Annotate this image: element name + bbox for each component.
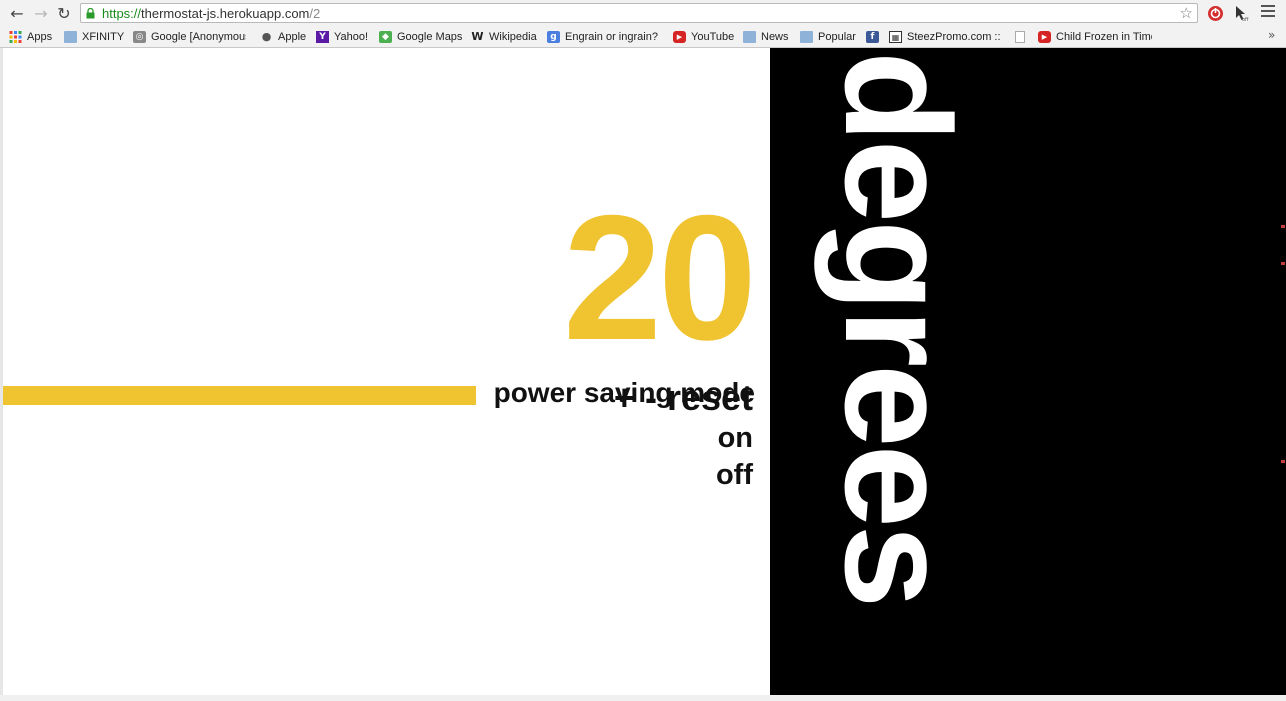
forward-arrow-icon[interactable]: → xyxy=(31,4,51,24)
bookmark-label: Google Maps xyxy=(397,31,463,43)
browser-toolbar: ← → ↻ https://thermostat-js.herokuapp.co… xyxy=(0,0,1286,27)
google-maps-icon: ◆ xyxy=(379,31,392,43)
url-path: /2 xyxy=(309,6,321,21)
bookmark-google-anonymous[interactable]: ◎ Google [Anonymous xyxy=(133,27,246,47)
bookmark-youtube[interactable]: ▶ YouTube xyxy=(673,27,734,47)
bookmark-apple[interactable]: ● Apple xyxy=(260,27,306,47)
bookmark-yahoo[interactable]: Y Yahoo! xyxy=(316,27,368,47)
folder-icon xyxy=(743,31,756,43)
folder-icon xyxy=(800,31,813,43)
url-host: thermostat-js.herokuapp.com xyxy=(141,6,310,21)
yahoo-icon: Y xyxy=(316,31,329,43)
steezpromo-icon: ▦ xyxy=(889,31,902,43)
bookmark-apps[interactable]: Apps xyxy=(9,27,52,47)
bookmark-label: Yahoo! xyxy=(334,31,369,43)
bookmark-label: Apple xyxy=(278,31,307,43)
bookmark-label: Child Frozen in Time xyxy=(1056,31,1152,43)
bookmark-label: SteezPromo.com :: I xyxy=(907,31,1001,43)
bookmark-label: Popular xyxy=(818,31,856,43)
psm-off-button[interactable]: off xyxy=(716,458,753,492)
bookmark-label: Apps xyxy=(27,31,53,43)
bookmark-label: Wikipedia xyxy=(489,31,537,43)
url-scheme: https:// xyxy=(102,6,142,21)
youtube-icon: ▶ xyxy=(1038,31,1051,43)
wikipedia-icon: W xyxy=(471,30,484,43)
power-saving-mode-label: power saving mode xyxy=(493,377,755,408)
url-text: https://thermostat-js.herokuapp.com/2 xyxy=(102,6,320,21)
apps-grid-icon xyxy=(9,31,22,43)
menu-icon[interactable] xyxy=(1261,5,1275,19)
google-anonymous-icon: ◎ xyxy=(133,31,146,43)
bookmarks-bar: Apps XFINITY ◎ Google [Anonymous ● Apple… xyxy=(0,27,1286,48)
bookmark-star-icon[interactable]: ☆ xyxy=(1180,5,1193,21)
bookmark-label: XFINITY xyxy=(82,31,125,43)
google-icon: g xyxy=(547,31,560,43)
bookmark-label: News xyxy=(761,31,789,43)
back-arrow-icon[interactable]: ← xyxy=(7,4,27,24)
svg-text:off: off xyxy=(1242,17,1249,22)
cursor-extension-icon[interactable]: off xyxy=(1233,5,1250,22)
reload-icon[interactable]: ↻ xyxy=(54,4,74,24)
apple-icon: ● xyxy=(261,30,272,43)
bookmark-label: YouTube xyxy=(691,31,735,43)
bookmark-label: Google [Anonymous xyxy=(151,31,246,43)
youtube-icon: ▶ xyxy=(673,31,686,43)
bookmark-news[interactable]: News xyxy=(743,27,789,47)
thermostat-page: 20 + - reset power saving mode on off xyxy=(3,48,1286,695)
degrees-label: degrees xyxy=(814,51,982,606)
bookmark-child-frozen[interactable]: ▶ Child Frozen in Time xyxy=(1038,27,1152,47)
bookmark-xfinity[interactable]: XFINITY xyxy=(64,27,124,47)
folder-icon xyxy=(64,31,77,43)
facebook-icon: f xyxy=(866,31,879,43)
record-extension-icon[interactable] xyxy=(1207,5,1224,22)
psm-on-button[interactable]: on xyxy=(718,421,753,455)
bookmark-engrain[interactable]: g Engrain or ingrain? ( xyxy=(547,27,660,47)
blank-page-icon xyxy=(1015,31,1025,43)
bookmarks-overflow-icon[interactable]: » xyxy=(1268,28,1275,42)
bookmark-wikipedia[interactable]: W Wikipedia xyxy=(471,27,537,47)
bookmark-facebook[interactable]: f xyxy=(866,27,884,47)
lock-icon xyxy=(86,8,95,19)
energy-usage-bar xyxy=(3,386,476,405)
temperature-display: 20 xyxy=(563,178,757,377)
window-bottom-edge xyxy=(0,695,1286,701)
bookmark-label: Engrain or ingrain? ( xyxy=(565,31,660,43)
bookmark-steezpromo[interactable]: ▦ SteezPromo.com :: I xyxy=(889,27,1001,47)
address-bar[interactable]: https://thermostat-js.herokuapp.com/2 ☆ xyxy=(80,3,1198,23)
bookmark-blank[interactable] xyxy=(1015,27,1030,47)
bookmark-google-maps[interactable]: ◆ Google Maps xyxy=(379,27,462,47)
bookmark-popular[interactable]: Popular xyxy=(800,27,856,47)
